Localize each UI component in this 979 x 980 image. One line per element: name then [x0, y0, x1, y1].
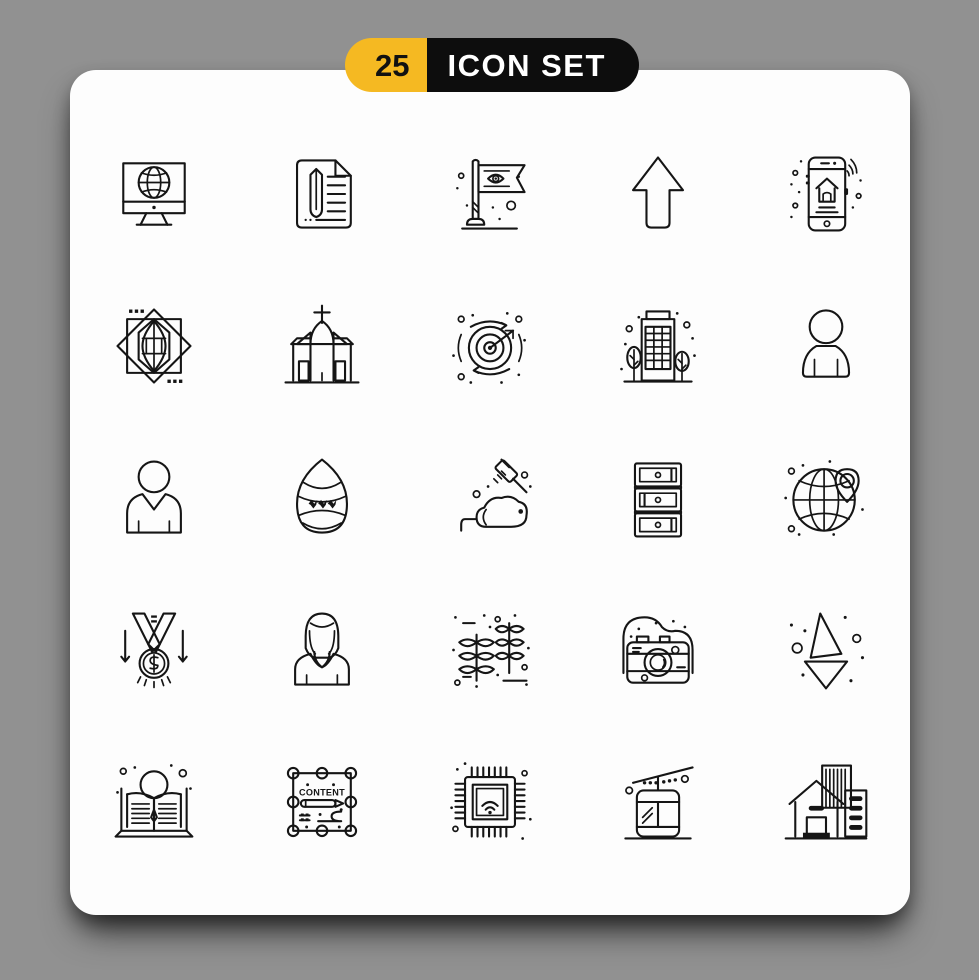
icon-cell-1[interactable] [70, 118, 238, 270]
icon-cell-6[interactable] [70, 270, 238, 422]
icon-cell-24[interactable] [574, 726, 742, 878]
plants-crops-icon [452, 614, 530, 688]
monitor-globe-icon [106, 146, 202, 242]
icon-cell-21[interactable] [70, 726, 238, 878]
easter-egg-icon [274, 450, 370, 546]
house-buildings-icon [778, 754, 874, 850]
icon-cell-7[interactable] [238, 270, 406, 422]
icon-count: 25 [345, 38, 428, 92]
icon-cell-17[interactable] [238, 574, 406, 726]
page-title: ICON SET [427, 38, 639, 92]
icon-cell-20[interactable] [742, 574, 910, 726]
header-badge: 25 ICON SET [345, 38, 639, 92]
syringe-lab-mouse-icon [442, 450, 532, 546]
icon-cell-15[interactable] [742, 422, 910, 574]
radar-target-icon [452, 312, 526, 384]
woman-avatar-icon [274, 602, 370, 698]
smartphone-smart-home-icon [790, 146, 862, 242]
icon-cell-2[interactable] [238, 118, 406, 270]
icon-grid: CONTENT [70, 118, 910, 878]
icon-cell-10[interactable] [742, 270, 910, 422]
user-avatar-icon [778, 298, 874, 394]
icon-cell-25[interactable] [742, 726, 910, 878]
icon-cell-9[interactable] [574, 270, 742, 422]
icon-cell-14[interactable] [574, 422, 742, 574]
person-vneck-icon [106, 450, 202, 546]
chip-wifi-icon [450, 762, 532, 840]
icon-cell-19[interactable] [574, 574, 742, 726]
icon-cell-4[interactable] [574, 118, 742, 270]
icon-cell-13[interactable] [406, 422, 574, 574]
icon-cell-8[interactable] [406, 270, 574, 422]
globe-location-pin-icon [784, 460, 864, 536]
icon-cell-23[interactable] [406, 726, 574, 878]
camera-icon [610, 602, 706, 698]
arrow-down-icon [789, 602, 865, 698]
medal-dollar-icon [106, 602, 202, 698]
icon-cell-22[interactable]: CONTENT [238, 726, 406, 878]
icon-cell-16[interactable] [70, 574, 238, 726]
content-editor-icon: CONTENT [274, 754, 370, 850]
icon-cell-12[interactable] [238, 422, 406, 574]
cable-car-icon [610, 754, 706, 850]
gem-frame-icon [106, 298, 202, 394]
icon-cell-3[interactable] [406, 118, 574, 270]
document-pencil-icon [274, 146, 370, 242]
office-building-trees-icon [620, 298, 696, 394]
icon-cell-11[interactable] [70, 422, 238, 574]
server-rack-icon [610, 450, 706, 546]
church-icon [274, 298, 370, 394]
icon-cell-18[interactable] [406, 574, 574, 726]
content-label: CONTENT [299, 787, 345, 797]
arrow-up-icon [610, 146, 706, 242]
flag-eye-icon [456, 146, 538, 242]
book-search-icon [106, 764, 202, 850]
icon-cell-5[interactable] [742, 118, 910, 270]
